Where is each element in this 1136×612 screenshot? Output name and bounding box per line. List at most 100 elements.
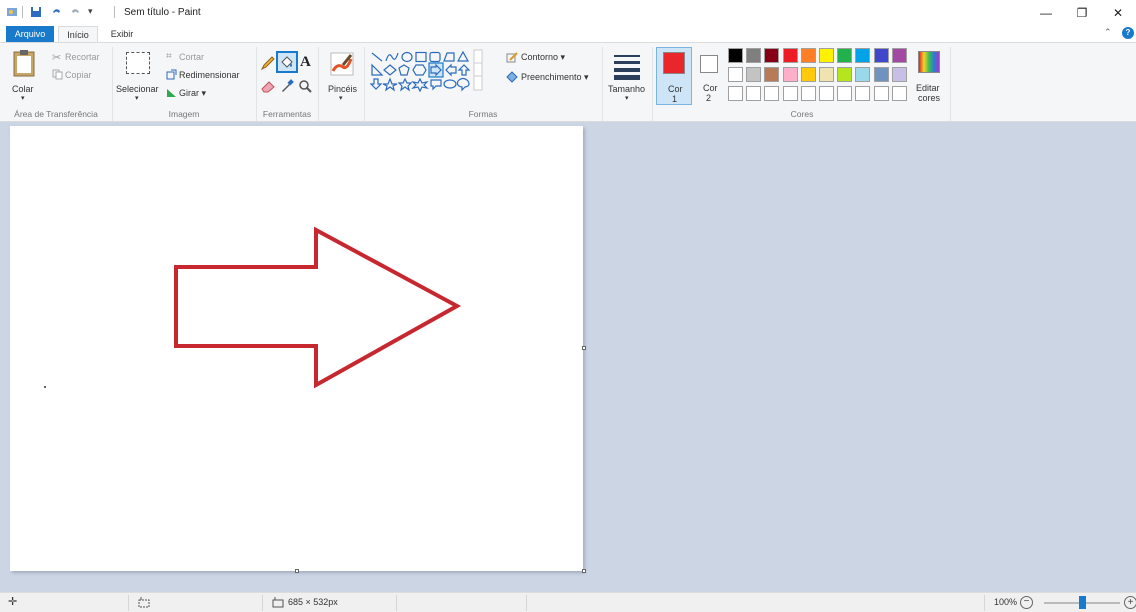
selection-size-icon <box>138 597 150 608</box>
select-button[interactable]: Selecionar ▾ <box>116 46 162 106</box>
palette-swatch[interactable] <box>855 67 871 82</box>
help-icon[interactable]: ? <box>1122 27 1134 39</box>
tab-home[interactable]: Início <box>58 26 98 43</box>
line-width-icon <box>614 54 640 80</box>
group-separator <box>318 47 319 121</box>
palette-empty-swatch[interactable] <box>891 86 907 101</box>
drawing-svg <box>44 226 462 389</box>
title-bar: ▾ Sem título - Paint — ❐ ✕ <box>0 0 1136 24</box>
status-separator <box>262 595 263 611</box>
palette-swatch[interactable] <box>819 67 834 82</box>
color2-swatch <box>700 55 718 73</box>
palette-empty-swatch[interactable] <box>855 86 871 101</box>
palette-swatch[interactable] <box>782 48 798 63</box>
clipboard-group-label: Área de Transferência <box>14 109 98 119</box>
resize-button[interactable]: Redimensionar <box>166 69 256 83</box>
palette-swatch[interactable] <box>800 48 816 63</box>
brushes-chevron-icon: ▾ <box>339 95 343 102</box>
cut-label: Recortar <box>65 52 100 62</box>
redo-icon[interactable] <box>70 6 82 18</box>
rotate-icon <box>167 89 176 97</box>
palette-empty-swatch[interactable] <box>764 86 780 101</box>
zoom-in-button[interactable]: + <box>1124 596 1136 609</box>
paste-label: Colar <box>12 84 34 94</box>
palette-empty-swatch[interactable] <box>728 86 743 101</box>
brush-icon <box>330 52 354 76</box>
palette-swatch[interactable] <box>764 67 780 82</box>
rotate-button[interactable]: Girar ▾ <box>166 87 226 101</box>
rotate-label: Girar ▾ <box>179 88 207 98</box>
title-separator <box>114 6 115 18</box>
edit-colors-button[interactable]: Editar cores <box>914 47 946 105</box>
palette-swatch[interactable] <box>746 67 762 82</box>
group-separator <box>112 47 113 121</box>
shapes-gallery[interactable] <box>370 49 498 103</box>
color2-button[interactable]: Cor 2 <box>694 47 726 105</box>
brushes-label: Pincéis <box>328 84 358 94</box>
palette-swatch[interactable] <box>891 67 907 82</box>
magnifier-icon[interactable] <box>298 79 312 93</box>
minimize-ribbon-chevron-icon[interactable]: ⌃ <box>1104 27 1112 38</box>
palette-empty-swatch[interactable] <box>800 86 816 101</box>
palette-empty-swatch[interactable] <box>819 86 834 101</box>
customize-quick-access-chevron-icon[interactable]: ▾ <box>88 6 93 17</box>
palette-swatch[interactable] <box>764 48 780 63</box>
color2-label: Cor <box>703 83 718 93</box>
palette-swatch[interactable] <box>800 67 816 82</box>
palette-swatch[interactable] <box>837 48 853 63</box>
palette-swatch[interactable] <box>746 48 762 63</box>
brushes-button[interactable]: Pincéis ▾ <box>322 46 362 106</box>
scissors-icon: ✂ <box>52 52 62 64</box>
copy-button[interactable]: Copiar <box>52 69 112 83</box>
edit-colors-label-2: cores <box>918 93 941 103</box>
tab-file[interactable]: Arquivo <box>6 26 54 42</box>
drawing-canvas[interactable] <box>10 126 583 571</box>
palette-swatch[interactable] <box>873 67 889 82</box>
cursor-position-icon: ✛ <box>8 596 18 608</box>
crop-button[interactable]: ⌗ Cortar <box>166 51 236 65</box>
color-picker-icon[interactable] <box>280 79 294 93</box>
pencil-icon[interactable] <box>260 55 276 71</box>
stray-dot <box>44 386 46 388</box>
palette-empty-swatch[interactable] <box>782 86 798 101</box>
fill-button[interactable]: Preenchimento ▾ <box>506 71 601 85</box>
resize-handle-bottom[interactable] <box>295 569 299 573</box>
palette-swatch[interactable] <box>819 48 834 63</box>
resize-handle-right[interactable] <box>582 346 586 350</box>
maximize-button[interactable]: ❐ <box>1064 0 1100 24</box>
zoom-slider-thumb[interactable] <box>1078 596 1086 609</box>
minimize-button[interactable]: — <box>1028 0 1064 24</box>
outline-button[interactable]: Contorno ▾ <box>506 51 596 65</box>
paste-chevron-icon: ▾ <box>21 95 25 102</box>
palette-empty-swatch[interactable] <box>837 86 853 101</box>
palette-swatch[interactable] <box>837 67 853 82</box>
palette-swatch[interactable] <box>782 67 798 82</box>
size-button[interactable]: Tamanho ▾ <box>606 46 650 106</box>
edit-colors-label: Editar <box>916 83 940 93</box>
save-icon[interactable] <box>30 6 42 18</box>
undo-icon[interactable] <box>50 6 62 18</box>
color1-button[interactable]: Cor 1 <box>656 47 692 105</box>
copy-icon <box>52 69 63 80</box>
palette-empty-swatch[interactable] <box>746 86 762 101</box>
paint-app-icon[interactable] <box>6 6 18 18</box>
status-bar: ✛ 685 × 532px 100% − + <box>0 592 1136 612</box>
zoom-out-button[interactable]: − <box>1020 596 1033 609</box>
text-tool-icon[interactable]: A <box>300 54 311 71</box>
cut-button[interactable]: ✂ Recortar <box>52 51 112 65</box>
group-separator <box>950 47 951 121</box>
palette-swatch[interactable] <box>855 48 871 63</box>
eraser-icon[interactable] <box>260 79 276 93</box>
close-button[interactable]: ✕ <box>1100 0 1136 24</box>
paste-button[interactable]: Colar ▾ <box>6 46 44 106</box>
palette-swatch[interactable] <box>873 48 889 63</box>
fill-tool-button[interactable] <box>276 51 298 73</box>
palette-swatch[interactable] <box>728 67 743 82</box>
outline-label: Contorno ▾ <box>521 52 566 62</box>
tab-view[interactable]: Exibir <box>104 26 140 42</box>
palette-empty-swatch[interactable] <box>873 86 889 101</box>
resize-handle-corner[interactable] <box>582 569 586 573</box>
shapes-group-label: Formas <box>468 109 498 119</box>
palette-swatch[interactable] <box>728 48 743 63</box>
palette-swatch[interactable] <box>891 48 907 63</box>
